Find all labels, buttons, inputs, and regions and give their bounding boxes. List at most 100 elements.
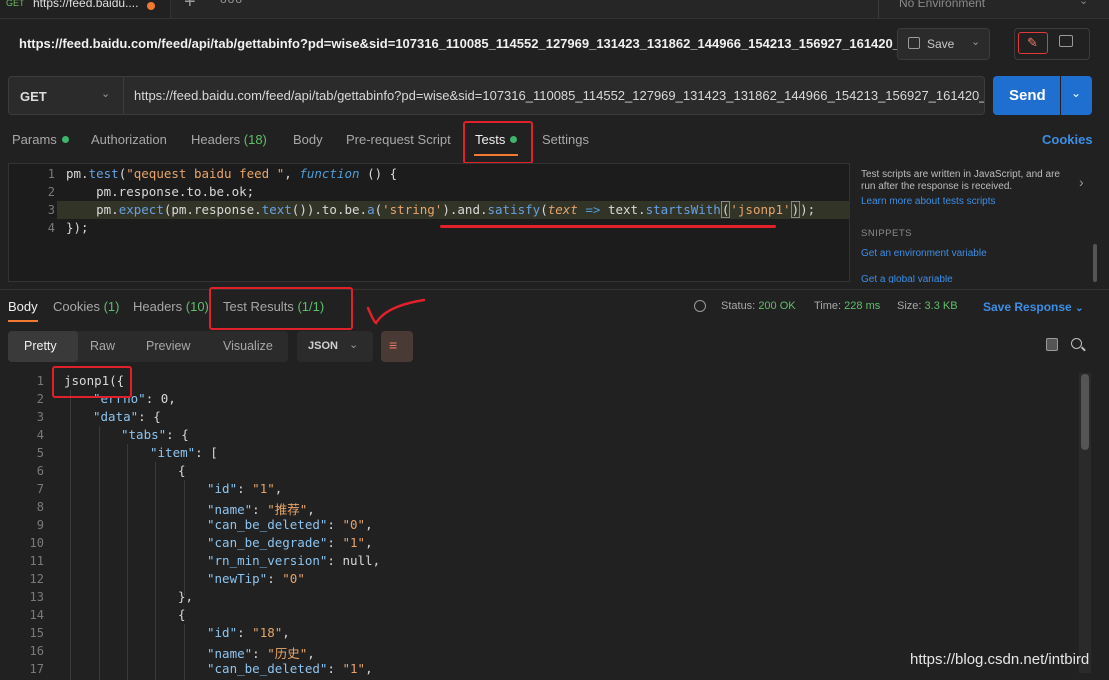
method-value: GET	[20, 89, 47, 104]
headers-count: (10)	[185, 299, 209, 314]
line-number: 13	[29, 590, 44, 604]
environment-label: No Environment	[899, 0, 986, 10]
tab-prerequest-script[interactable]: Pre-request Script	[346, 132, 451, 147]
send-button[interactable]: Send	[993, 76, 1060, 115]
line-number: 2	[36, 392, 44, 406]
new-tab-plus-icon[interactable]: +	[184, 0, 196, 14]
line-number: 17	[29, 662, 44, 676]
preview-button[interactable]: Preview	[146, 339, 190, 353]
snippet-link[interactable]: Get a global variable	[861, 275, 953, 283]
json-line: "can_be_deleted": "0",	[207, 517, 373, 532]
status-code: Status: 200 OK	[721, 300, 796, 312]
response-time: Time: 228 ms	[814, 300, 881, 312]
send-options-button[interactable]: ⌄	[1061, 76, 1092, 115]
line-number: 12	[29, 572, 44, 586]
tab-params[interactable]: Params	[12, 132, 69, 147]
line-number: 1	[36, 374, 44, 388]
code-line: pm.response.to.be.ok;	[66, 184, 255, 199]
tab-settings[interactable]: Settings	[542, 132, 589, 147]
request-title: https://feed.baidu.com/feed/api/tab/gett…	[19, 36, 933, 51]
indent-guide	[70, 390, 71, 680]
tab-title: https://feed.baidu....	[33, 0, 139, 10]
line-number: 14	[29, 608, 44, 622]
tests-side-panel: Test scripts are written in JavaScript, …	[850, 163, 1100, 283]
globe-icon[interactable]	[694, 300, 706, 312]
chevron-down-icon: ⌄	[101, 88, 111, 100]
tab-headers-label: Headers	[133, 299, 183, 314]
json-line: "tabs": {	[121, 427, 189, 442]
comment-icon[interactable]	[1059, 35, 1073, 47]
chevron-right-icon[interactable]: ›	[1079, 174, 1084, 190]
line-number: 4	[47, 221, 55, 235]
pretty-button[interactable]: Pretty	[8, 331, 78, 362]
method-select[interactable]: GET ⌄	[8, 76, 124, 115]
save-label: Save	[927, 37, 955, 51]
copy-icon[interactable]	[1046, 338, 1058, 351]
indent-guide	[99, 426, 100, 680]
tab-method: GET	[6, 0, 25, 8]
tab-response-cookies[interactable]: Cookies (1)	[53, 299, 119, 314]
json-line: "newTip": "0"	[207, 571, 305, 586]
cookies-count: (1)	[103, 299, 120, 314]
save-response-button[interactable]: Save Response ⌄	[983, 300, 1083, 314]
chevron-down-icon: ⌄	[1071, 86, 1082, 100]
search-icon[interactable]	[1071, 338, 1082, 349]
tab-authorization[interactable]: Authorization	[91, 132, 167, 147]
tab-response-headers[interactable]: Headers (10)	[133, 299, 209, 314]
edit-mode-button[interactable]: ✎	[1018, 32, 1048, 54]
format-select[interactable]: JSON ⌄	[297, 331, 373, 362]
indent-guide	[127, 444, 128, 680]
annotation-box-tests	[463, 121, 533, 164]
line-number: 15	[29, 626, 44, 640]
environment-selector[interactable]: No Environment ⌄	[878, 0, 1109, 18]
side-scrollbar[interactable]	[1093, 244, 1097, 282]
line-number: 11	[29, 554, 44, 568]
chevron-down-icon: ⌄	[1079, 0, 1089, 7]
response-scrollbar-thumb[interactable]	[1081, 374, 1089, 450]
json-line: "item": [	[150, 445, 218, 460]
headers-count: (18)	[243, 132, 267, 147]
request-tab[interactable]: GET https://feed.baidu....	[0, 0, 171, 18]
line-number: 9	[36, 518, 44, 532]
json-line: "name": "推荐",	[207, 502, 315, 517]
line-number: 6	[36, 464, 44, 478]
visualize-button[interactable]: Visualize	[223, 339, 273, 353]
json-line: "data": {	[93, 409, 161, 424]
chevron-down-icon: ⌄	[349, 339, 359, 351]
response-body[interactable]: 1 2 3 4 5 6 7 8 9 10 11 12 13 14 15 16 1…	[0, 372, 1075, 680]
tab-headers[interactable]: Headers (18)	[191, 132, 267, 147]
tab-headers-label: Headers	[191, 132, 241, 147]
status-dot-icon	[61, 136, 69, 143]
save-options-button[interactable]: ⌄	[963, 28, 990, 60]
more-tabs[interactable]: ooo	[220, 0, 243, 6]
line-number: 1	[47, 167, 55, 181]
line-number: 8	[36, 500, 44, 514]
chevron-down-icon: ⌄	[971, 36, 981, 48]
annotation-box-test-results	[209, 287, 353, 330]
snippets-heading: SNIPPETS	[861, 228, 912, 239]
code-line: });	[66, 220, 89, 235]
tab-body[interactable]: Body	[293, 132, 323, 147]
wrap-lines-button[interactable]: ≡	[381, 331, 413, 362]
test-script-editor[interactable]: 1 2 3 4 pm.test("qequest baidu feed ", f…	[8, 163, 850, 282]
save-button[interactable]: Save	[897, 28, 965, 60]
line-number: 7	[36, 482, 44, 496]
view-mode-bar: Pretty Raw Preview Visualize	[8, 331, 288, 362]
send-label: Send	[1009, 87, 1046, 104]
json-line: {	[178, 463, 186, 478]
url-input[interactable]: https://feed.baidu.com/feed/api/tab/gett…	[124, 76, 985, 115]
code-line: pm.test("qequest baidu feed ", function …	[66, 166, 398, 181]
raw-button[interactable]: Raw	[90, 339, 115, 353]
json-line: "rn_min_version": null,	[207, 553, 381, 568]
learn-more-link[interactable]: Learn more about tests scripts	[861, 196, 996, 207]
annotation-box-jsonp	[52, 366, 132, 398]
line-number: 4	[36, 428, 44, 442]
code-line: pm.expect(pm.response.text()).to.be.a('s…	[66, 201, 816, 218]
tab-body-label: Body	[293, 132, 323, 147]
cookies-link[interactable]: Cookies	[1042, 132, 1093, 147]
json-line: "id": "18",	[207, 625, 290, 640]
json-line: "id": "1",	[207, 481, 283, 496]
panel-divider[interactable]	[0, 289, 1109, 290]
tab-response-body[interactable]: Body	[8, 299, 38, 314]
snippet-link[interactable]: Get an environment variable	[861, 248, 987, 259]
